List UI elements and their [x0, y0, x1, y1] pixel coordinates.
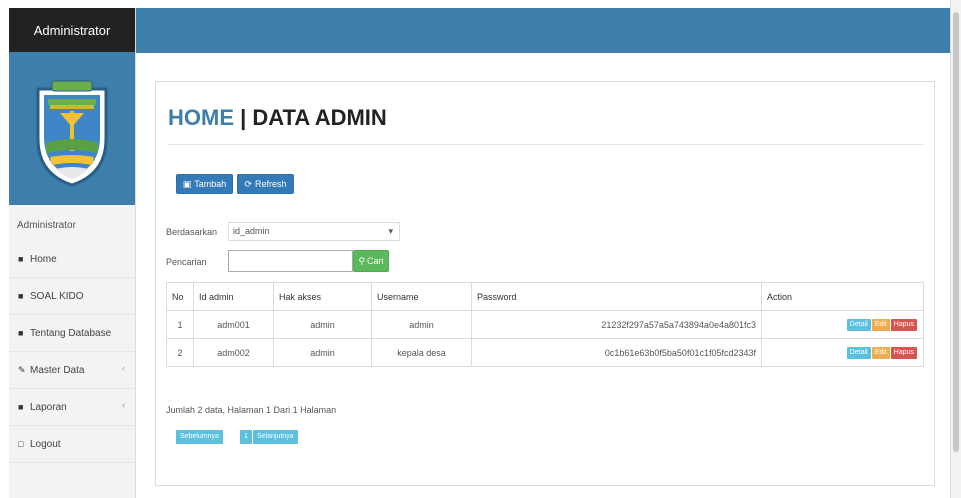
- sidebar-item-label: Tentang Database: [30, 327, 112, 339]
- sort-select-value: id_admin: [233, 226, 270, 236]
- refresh-icon: ⟳: [244, 178, 253, 189]
- search-button[interactable]: ⚲ Cari: [353, 250, 389, 272]
- sidebar-item-tentang-database[interactable]: ■ Tentang Database: [9, 315, 135, 352]
- admin-table: No Id admin Hak akses Username Password …: [166, 282, 924, 367]
- sidebar-item-home[interactable]: ■ Home: [9, 241, 135, 278]
- plus-icon: ▣: [182, 178, 192, 189]
- table-row: 1 adm001 admin admin 21232f297a57a5a7438…: [166, 310, 924, 339]
- refresh-button-label: Refresh: [255, 179, 287, 189]
- sidebar-item-label: Logout: [30, 438, 61, 450]
- page-title-home: HOME: [168, 105, 234, 130]
- cell-username: kepala desa: [371, 338, 472, 367]
- sidebar-item-label: Home: [30, 253, 57, 265]
- page-title-separator: |: [234, 105, 253, 130]
- table-row: 2 adm002 admin kepala desa 0c1b61e63b0f5…: [166, 338, 924, 367]
- logout-icon: □: [18, 438, 24, 449]
- col-password: Password: [471, 282, 762, 311]
- sidebar: Administrator Administrator ■ Home ■ SOA…: [9, 8, 136, 498]
- sidebar-title: Administrator: [9, 8, 135, 52]
- table-header-row: No Id admin Hak akses Username Password …: [166, 282, 924, 311]
- cell-hak-akses: admin: [273, 338, 372, 367]
- pagination-prev[interactable]: Sebelumnya: [176, 430, 223, 444]
- page-title-section: DATA ADMIN: [252, 105, 387, 130]
- page-title: HOME | DATA ADMIN: [168, 105, 387, 131]
- pagination-next[interactable]: Selanjutnya: [253, 430, 298, 444]
- edit-icon: ✎: [18, 364, 26, 375]
- cell-actions: Detail Edit Hapus: [761, 310, 924, 339]
- home-icon: ■: [18, 253, 24, 264]
- refresh-button[interactable]: ⟳ Refresh: [237, 174, 294, 194]
- title-divider: [168, 144, 923, 145]
- search-icon: ⚲: [358, 255, 366, 266]
- delete-button[interactable]: Hapus: [890, 347, 917, 359]
- regency-logo-icon: [36, 80, 108, 187]
- table-summary: Jumlah 2 data, Halaman 1 Dari 1 Halaman: [166, 405, 337, 415]
- sidebar-user-label: Administrator: [17, 220, 76, 231]
- cell-actions: Detail Edit Hapus: [761, 338, 924, 367]
- sidebar-item-label: Laporan: [30, 401, 67, 413]
- pagination-current[interactable]: 1: [240, 430, 252, 444]
- chevron-left-icon: ‹: [122, 400, 125, 410]
- cell-username: admin: [371, 310, 472, 339]
- sidebar-item-logout[interactable]: □ Logout: [9, 426, 135, 463]
- home-icon: ■: [18, 327, 24, 338]
- col-id-admin: Id admin: [193, 282, 274, 311]
- search-label: Pencarian: [166, 257, 207, 267]
- content-panel: HOME | DATA ADMIN ▣ Tambah ⟳ Refresh Ber…: [155, 81, 935, 486]
- add-button-label: Tambah: [194, 179, 227, 189]
- window-left-edge: [0, 0, 9, 498]
- edit-button[interactable]: Edit: [871, 347, 890, 359]
- sort-label: Berdasarkan: [166, 227, 218, 237]
- cell-hak-akses: admin: [273, 310, 372, 339]
- cell-id-admin: adm002: [193, 338, 274, 367]
- window-top-edge: [0, 0, 961, 8]
- col-username: Username: [371, 282, 472, 311]
- cell-password: 0c1b61e63b0f5ba50f01c1f05fcd2343f: [471, 338, 762, 367]
- sidebar-item-master-data[interactable]: ✎ Master Data ‹: [9, 352, 135, 389]
- caret-down-icon: ▾: [388, 226, 393, 236]
- sort-select[interactable]: id_admin ▾: [228, 222, 400, 241]
- top-navbar: [136, 8, 950, 53]
- edit-button[interactable]: Edit: [871, 319, 890, 331]
- search-input[interactable]: [228, 250, 353, 272]
- sidebar-item-laporan[interactable]: ■ Laporan ‹: [9, 389, 135, 426]
- cell-no: 1: [166, 310, 194, 339]
- delete-button[interactable]: Hapus: [890, 319, 917, 331]
- col-hak-akses: Hak akses: [273, 282, 372, 311]
- scrollbar-thumb[interactable]: [953, 12, 959, 452]
- home-icon: ■: [18, 290, 24, 301]
- report-icon: ■: [18, 401, 24, 412]
- col-no: No: [166, 282, 194, 311]
- sidebar-item-label: Master Data: [30, 364, 85, 376]
- sidebar-item-label: SOAL KIDO: [30, 290, 84, 302]
- cell-no: 2: [166, 338, 194, 367]
- detail-button[interactable]: Detail: [846, 319, 871, 331]
- cell-id-admin: adm001: [193, 310, 274, 339]
- detail-button[interactable]: Detail: [846, 347, 871, 359]
- cell-password: 21232f297a57a5a743894a0e4a801fc3: [471, 310, 762, 339]
- logo-area: [9, 52, 135, 205]
- add-button[interactable]: ▣ Tambah: [176, 174, 233, 194]
- sidebar-item-soal-kido[interactable]: ■ SOAL KIDO: [9, 278, 135, 315]
- search-button-label: Cari: [367, 256, 384, 266]
- col-action: Action: [761, 282, 924, 311]
- chevron-left-icon: ‹: [122, 363, 125, 373]
